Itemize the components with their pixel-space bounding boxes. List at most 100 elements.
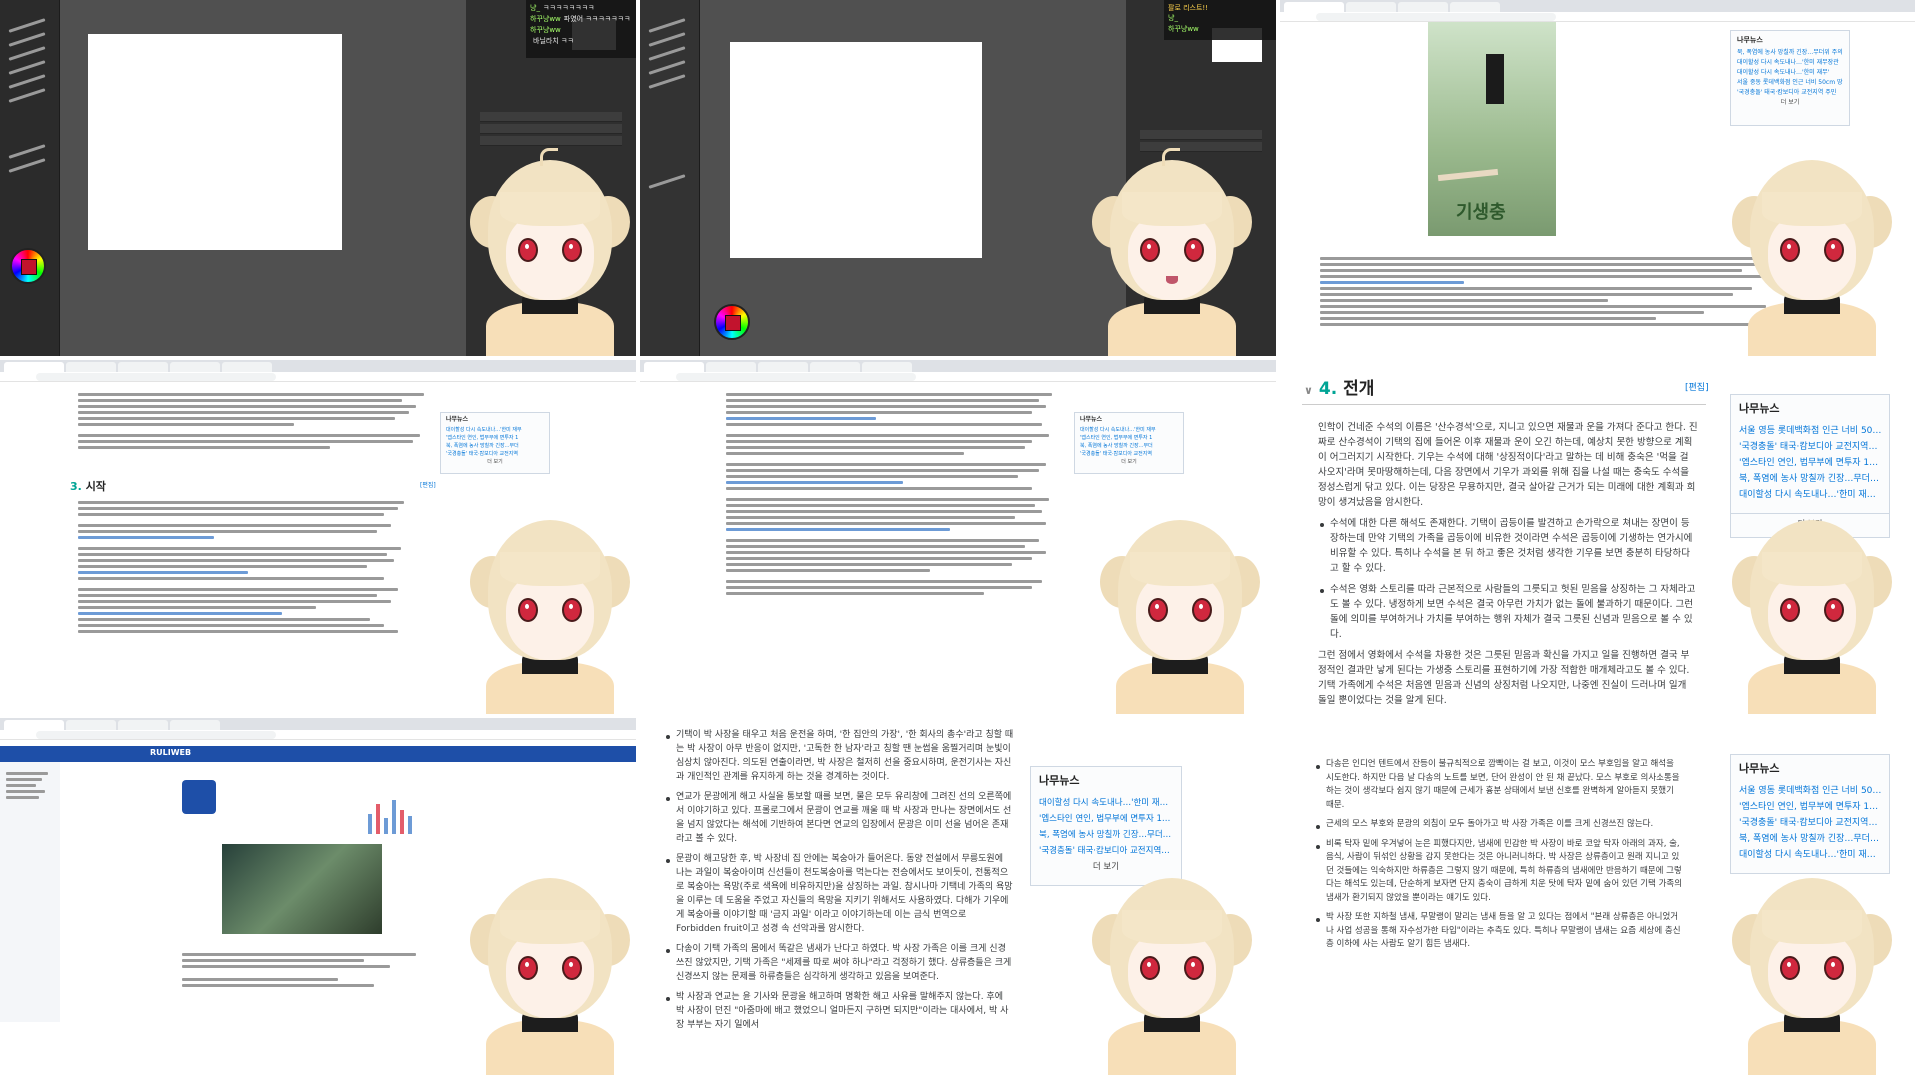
url-input[interactable] [676,373,916,381]
layer-row[interactable] [480,124,622,134]
brush-icon[interactable] [648,174,686,189]
brush-icon[interactable] [8,88,46,103]
namu-news-item[interactable]: 대이할성 다시 속도내나…'한미 재… [1039,795,1173,811]
namu-news-more-button[interactable]: 더 보기 [446,458,544,466]
layer-row[interactable] [480,112,622,122]
browser-tab[interactable] [4,362,64,372]
browser-tab[interactable] [4,720,64,730]
namu-news-item[interactable]: '국경충돌' 태국·캄보디아 교전지역… [1739,815,1881,831]
paragraph: 다송은 인디언 텐트에서 잔등이 불규칙적으로 깜빡이는 걸 보고, 이것이 모… [1314,758,1684,812]
namu-news-item[interactable]: '엡스타인 연인, 법무부에 면투자 1 [1080,434,1178,442]
tile-wiki-poster: 기생충 나무뉴스 북, 폭염에 농사 망칠까 긴장…무더위 주의 대이할성 다시… [1280,0,1915,356]
namu-news-item[interactable]: 서울 영등 롯데백화점 인근 너비 50… [1739,423,1881,439]
brush-icon[interactable] [648,74,686,89]
namu-news-more-button[interactable]: 더 보기 [1080,458,1178,466]
tile-paint-2: 팔로 리스트!! 냥_ 하꾸냥ww [640,0,1276,356]
brush-icon[interactable] [8,158,46,173]
url-input[interactable] [36,373,276,381]
layer-row[interactable] [1140,130,1262,140]
edit-link[interactable]: [편집] [1685,380,1709,393]
brush-icon[interactable] [8,18,46,33]
avatar-fringe [1122,910,1222,944]
color-wheel-icon[interactable] [10,248,46,284]
avatar-eye [1780,598,1800,622]
wiki-body-top [78,390,438,452]
color-wheel-icon[interactable] [714,304,750,340]
namu-news-item[interactable]: 대이할성 다시 속도내나…'한미 재… [1739,487,1881,503]
browser-tab[interactable] [706,362,756,372]
brush-toolbar[interactable] [640,0,700,356]
namu-news-item[interactable]: '엡스타인 연인, 법무부에 면투자 1… [1739,455,1881,471]
brush-icon[interactable] [8,60,46,75]
brush-icon[interactable] [648,46,686,61]
namu-news-item[interactable]: 북, 폭염에 농사 망칠까 긴장…무더위 주의 [1737,48,1843,58]
url-input[interactable] [1316,13,1556,21]
browser-tab[interactable] [1450,2,1500,12]
collapse-chevron-icon[interactable]: ∨ [1304,384,1313,397]
namu-news-item[interactable]: '국경충돌' 태국·캄보디아 교전지역 주민 [1737,88,1843,98]
namu-news-item[interactable]: '국경충돌' 태국·캄보디아 교전지역… [1739,439,1881,455]
namu-news-item[interactable]: 대이할성 다시 속도내나…'한미 재무 [446,426,544,434]
namu-news-item[interactable]: 대이할성 다시 속도내나…'한미 재무' [1737,68,1843,78]
ruliweb-logo[interactable]: RULIWEB [150,748,191,757]
layer-row[interactable] [480,136,622,146]
namu-news-more-button[interactable]: 더 보기 [1737,98,1843,108]
browser-tab[interactable] [1346,2,1396,12]
avatar-eye [1780,238,1800,262]
poster-figure [1486,54,1504,104]
movie-poster: 기생충 [1428,22,1556,236]
namu-news-item[interactable]: '엡스타인 연인, 법무부에 면투자 1… [1739,799,1881,815]
namu-news-item[interactable]: 북, 폭염에 농사 망칠까 긴장…무더… [1739,831,1881,847]
browser-tab[interactable] [644,362,704,372]
browser-tab[interactable] [118,720,168,730]
browser-tab[interactable] [1284,2,1344,12]
namu-news-item[interactable]: 서울 중동 롯데백화점 인근 너비 50cm 땅 [1737,78,1843,88]
avatar-ahoge [540,148,558,166]
brush-icon[interactable] [648,18,686,33]
namu-news-item[interactable]: 대이할성 다시 속도내나…'한미 재… [1739,847,1881,863]
edit-link[interactable]: [편집] [420,480,436,489]
ruliweb-logo-icon [182,780,216,814]
namu-news-item[interactable]: 북, 폭염에 농사 망칠까 긴장…무더… [1739,471,1881,487]
paragraph: 수석은 영화 스토리를 따라 근본적으로 사람들의 그릇되고 헛된 믿음을 상징… [1318,582,1698,642]
stream-grid: 냥_ ㅋㅋㅋㅋㅋㅋㅋㅋ 하꾸냥ww 파였어 ㅋㅋㅋㅋㅋㅋㅋ 하꾸냥ww 바닐라치 ㅋ… [0,0,1915,1075]
namu-news-item[interactable]: '국경충돌' 태국·캄보디아 교전지역… [1039,843,1173,859]
wiki-body [78,498,418,636]
brush-icon[interactable] [8,32,46,47]
namu-news-item[interactable]: '엡스타인 연인, 법무부에 면투자 1… [1039,811,1173,827]
url-input[interactable] [36,731,276,739]
heading-divider [1302,404,1706,405]
namu-news-item[interactable]: 서울 영동 롯데백화점 인근 너비 50… [1739,783,1881,799]
poster-figure [1437,168,1499,182]
browser-tab[interactable] [1398,2,1448,12]
namu-news-title: 나무뉴스 [1080,416,1103,423]
namu-news-item[interactable]: '엡스타인 연인, 법무부에 면투자 1 [446,434,544,442]
brush-icon[interactable] [648,32,686,47]
browser-tab[interactable] [862,362,912,372]
brush-icon[interactable] [8,144,46,159]
namu-news-item[interactable]: 대이할성 다시 속도내나…'한미 재무 [1080,426,1178,434]
browser-tab[interactable] [66,720,116,730]
tile-wiki-zoom-1: 기택이 박 사장을 태우고 처음 운전을 하며, '한 집안의 가장', '한 … [640,718,1276,1075]
browser-tab[interactable] [170,362,220,372]
browser-tab[interactable] [66,362,116,372]
drawing-canvas[interactable] [88,34,342,250]
namu-news-item[interactable]: 북, 폭염에 농사 망칠까 긴장…무더… [1039,827,1173,843]
drawing-canvas[interactable] [730,42,982,258]
brush-icon[interactable] [8,46,46,61]
browser-tab[interactable] [758,362,808,372]
avatar-fringe [500,910,600,944]
browser-tab[interactable] [810,362,860,372]
namu-news-item[interactable]: 북, 폭염에 농사 망칠까 긴장…무더 [446,442,544,450]
browser-tab[interactable] [222,362,272,372]
browser-tab[interactable] [170,720,220,730]
namu-news-item[interactable]: '국경충돌' 태국·캄보디아 교전지역 [1080,450,1178,458]
brush-toolbar[interactable] [0,0,60,356]
namu-news-item[interactable]: '국경충돌' 태국·캄보디아 교전지역 [446,450,544,458]
wiki-body [1320,254,1800,329]
browser-tab[interactable] [118,362,168,372]
namu-news-item[interactable]: 북, 폭염에 농사 망칠까 긴장…무더 [1080,442,1178,450]
brush-icon[interactable] [648,60,686,75]
brush-icon[interactable] [8,74,46,89]
namu-news-item[interactable]: 대이할성 다시 속도내나…'한미 재무장관 [1737,58,1843,68]
